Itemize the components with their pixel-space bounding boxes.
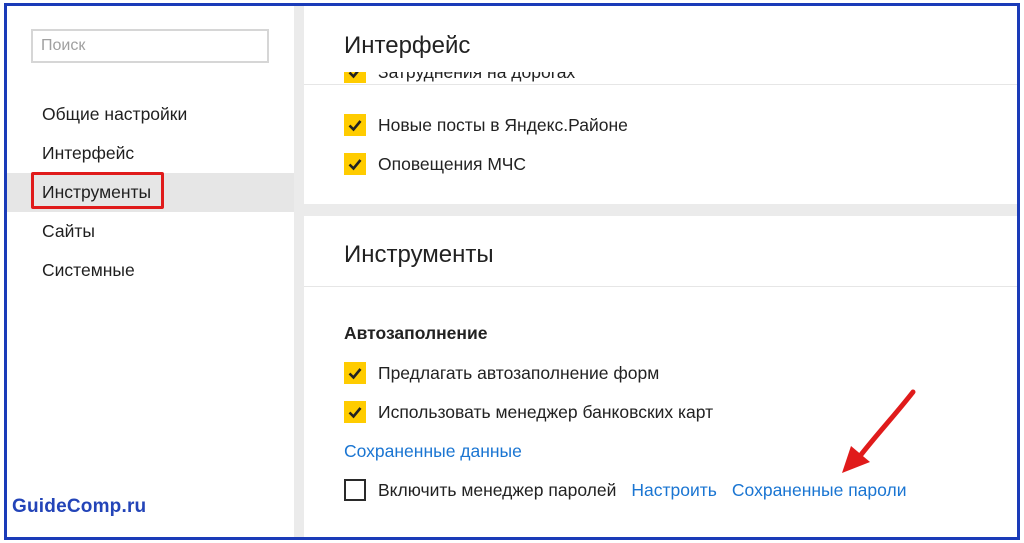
- sidebar-item-label: Системные: [42, 260, 135, 280]
- sidebar-item-label: Сайты: [42, 221, 95, 241]
- sidebar-nav: Общие настройки Интерфейс Инструменты Са…: [7, 95, 294, 290]
- settings-content: Интерфейс Затруднения на дорогах Новые п…: [304, 6, 1017, 537]
- settings-window: Общие настройки Интерфейс Инструменты Са…: [4, 3, 1020, 540]
- check-icon: [348, 368, 362, 380]
- divider: [304, 286, 1017, 287]
- section-title-interface: Интерфейс: [344, 32, 471, 59]
- option-password-manager: Включить менеджер паролей Настроить Сохр…: [344, 478, 907, 502]
- watermark-logo: GuideComp.ru: [12, 496, 147, 517]
- section-title-tools: Инструменты: [344, 241, 494, 268]
- checkbox-label: Использовать менеджер банковских карт: [378, 401, 714, 422]
- sidebar-item-general[interactable]: Общие настройки: [7, 95, 294, 134]
- option-emergency-alerts: Оповещения МЧС: [344, 152, 526, 176]
- checkbox-label: Новые посты в Яндекс.Районе: [378, 114, 628, 135]
- sidebar-item-label: Интерфейс: [42, 143, 135, 163]
- autofill-heading: Автозаполнение: [344, 323, 488, 343]
- sidebar-item-interface[interactable]: Интерфейс: [7, 134, 294, 173]
- check-icon: [348, 407, 362, 419]
- configure-link[interactable]: Настроить: [631, 480, 717, 501]
- scrolled-item: Затруднения на дорогах: [344, 72, 575, 86]
- check-icon: [348, 159, 362, 171]
- sidebar-item-label: Общие настройки: [42, 104, 188, 124]
- tools-card: Инструменты Автозаполнение Предлагать ав…: [304, 216, 1017, 537]
- checkbox-autofill-forms[interactable]: [344, 362, 366, 384]
- sidebar-item-tools[interactable]: Инструменты: [7, 172, 294, 212]
- sidebar-item-system[interactable]: Системные: [7, 251, 294, 290]
- checkbox-emergency-alerts[interactable]: [344, 153, 366, 175]
- saved-data-link[interactable]: Сохраненные данные: [344, 441, 522, 462]
- saved-data-row: Сохраненные данные: [344, 439, 522, 463]
- checkbox-traffic[interactable]: [344, 72, 366, 83]
- checkbox-card-manager[interactable]: [344, 401, 366, 423]
- saved-passwords-link[interactable]: Сохраненные пароли: [732, 480, 907, 501]
- checkbox-yandex-district[interactable]: [344, 114, 366, 136]
- checkbox-label: Затруднения на дорогах: [378, 72, 575, 83]
- search-input[interactable]: [31, 29, 269, 63]
- checkbox-password-manager[interactable]: [344, 479, 366, 501]
- check-icon: [348, 72, 359, 79]
- interface-card: Интерфейс Затруднения на дорогах Новые п…: [304, 6, 1017, 204]
- sidebar: Общие настройки Интерфейс Инструменты Са…: [7, 6, 294, 537]
- option-card-manager: Использовать менеджер банковских карт: [344, 400, 713, 424]
- sidebar-item-label: Инструменты: [42, 182, 152, 202]
- option-autofill-forms: Предлагать автозаполнение форм: [344, 361, 659, 385]
- checkbox-label: Включить менеджер паролей: [378, 479, 617, 500]
- sidebar-item-sites[interactable]: Сайты: [7, 212, 294, 251]
- checkbox-label: Предлагать автозаполнение форм: [378, 362, 660, 383]
- check-icon: [348, 120, 362, 132]
- option-yandex-district: Новые посты в Яндекс.Районе: [344, 113, 628, 137]
- checkbox-label: Оповещения МЧС: [378, 153, 527, 174]
